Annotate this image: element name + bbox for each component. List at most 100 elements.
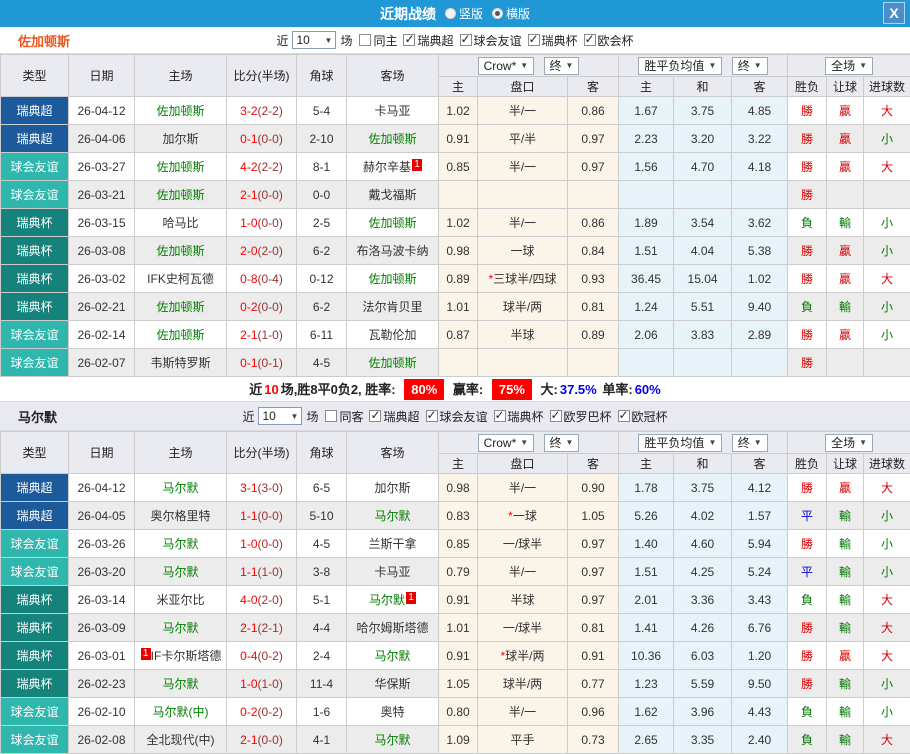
league-checkbox[interactable] — [426, 410, 438, 422]
league-filter[interactable]: 欧冠杯 — [618, 408, 668, 425]
match-row: 瑞典杯26-03-09马尔默2-1(2-1)4-4哈尔姆斯塔德1.01一/球半0… — [1, 614, 910, 642]
away-team-cell: 马尔默 — [347, 642, 439, 670]
chevron-down-icon: ▼ — [566, 58, 574, 74]
league-filter[interactable]: 瑞典超 — [369, 408, 419, 425]
result-cell: 勝 — [788, 265, 827, 293]
league-filter[interactable]: 瑞典杯 — [528, 32, 578, 49]
team-name: 马尔默 — [374, 509, 410, 523]
goals-result-cell: 大 — [864, 614, 910, 642]
home-odds-cell: 0.80 — [439, 698, 478, 726]
odds-source-dropdown[interactable]: Crow*▼ — [478, 434, 535, 452]
near-count-select[interactable]: 10 ▼ — [292, 31, 336, 49]
date-cell: 26-03-08 — [69, 237, 135, 265]
corner-cell: 5-10 — [297, 502, 347, 530]
layout-horizontal-option[interactable]: 横版 — [492, 5, 530, 22]
same-venue-filter[interactable]: 同主 — [359, 32, 397, 49]
away-odds-cell: 0.81 — [568, 614, 619, 642]
home-odds-cell: 1.09 — [439, 726, 478, 754]
same-venue-checkbox[interactable] — [325, 410, 337, 422]
team-section: 佐加顿斯 近 10 ▼ 场 同主 瑞典超球会友谊瑞典杯欧会杯 — [0, 27, 910, 402]
result-cell: 負 — [788, 726, 827, 754]
league-cell: 球会友谊 — [1, 698, 69, 726]
layout-vertical-option[interactable]: 竖版 — [445, 5, 483, 22]
handicap-result-cell: 贏 — [827, 474, 864, 502]
home-team-cell: 佐加顿斯 — [135, 321, 227, 349]
summary-prefix: 近 — [249, 382, 262, 397]
avg-draw-cell: 3.36 — [674, 586, 732, 614]
near-count-value: 10 — [262, 409, 275, 423]
fulltime-dropdown[interactable]: 全场▼ — [825, 434, 873, 452]
league-checkbox[interactable] — [494, 410, 506, 422]
near-count-select[interactable]: 10 ▼ — [258, 407, 302, 425]
away-team-cell: 加尔斯 — [347, 474, 439, 502]
league-filter[interactable]: 欧会杯 — [584, 32, 634, 49]
league-checkbox[interactable] — [550, 410, 562, 422]
avg-group-header: 胜平负均值▼ 终▼ — [619, 432, 788, 454]
league-checkbox[interactable] — [460, 34, 472, 46]
chevron-down-icon: ▼ — [859, 435, 867, 451]
away-team-cell: 瓦勒伦加 — [347, 321, 439, 349]
team-name: 卡马亚 — [374, 104, 410, 118]
handicap-result-cell: 贏 — [827, 642, 864, 670]
radio-vertical-icon[interactable] — [445, 8, 456, 19]
radio-horizontal-icon[interactable] — [492, 8, 503, 19]
league-checkbox[interactable] — [584, 34, 596, 46]
col-away: 客场 — [347, 432, 439, 474]
goals-result-cell: 小 — [864, 209, 910, 237]
league-cell: 瑞典杯 — [1, 642, 69, 670]
col-score: 比分(半场) — [227, 55, 297, 97]
handicap-cell: 一球 — [478, 237, 568, 265]
avg-draw-cell: 3.35 — [674, 726, 732, 754]
same-venue-checkbox[interactable] — [359, 34, 371, 46]
score-cell: 4-0(2-0) — [227, 586, 297, 614]
home-odds-cell: 0.83 — [439, 502, 478, 530]
result-cell: 勝 — [788, 125, 827, 153]
avg-time-dropdown[interactable]: 终▼ — [732, 434, 768, 452]
recent-results-panel: 近期战绩 竖版 横版 X 佐加顿斯 近 10 ▼ 场 同主 — [0, 0, 910, 754]
league-filter[interactable]: 球会友谊 — [460, 32, 522, 49]
avg-type-dropdown[interactable]: 胜平负均值▼ — [638, 434, 722, 452]
home-odds-cell: 1.01 — [439, 614, 478, 642]
league-filter[interactable]: 球会友谊 — [426, 408, 488, 425]
league-checkbox[interactable] — [528, 34, 540, 46]
home-team-cell: IFK史柯瓦德 — [135, 265, 227, 293]
date-cell: 26-04-05 — [69, 502, 135, 530]
fulltime-value: 全场 — [831, 435, 855, 451]
team-name: 哈尔姆斯塔德 — [356, 621, 428, 635]
league-filter[interactable]: 欧罗巴杯 — [550, 408, 612, 425]
odds-time-dropdown[interactable]: 终▼ — [544, 57, 580, 75]
same-venue-filter[interactable]: 同客 — [325, 408, 363, 425]
close-button[interactable]: X — [883, 2, 905, 24]
away-team-cell: 马尔默 — [347, 502, 439, 530]
handicap-result-cell: 贏 — [827, 321, 864, 349]
home-team-cell: 马尔默 — [135, 558, 227, 586]
corner-cell: 5-4 — [297, 97, 347, 125]
home-odds-cell: 0.98 — [439, 474, 478, 502]
team-name: 马尔默 — [369, 593, 405, 607]
handicap-result-cell: 輸 — [827, 726, 864, 754]
result-cell: 負 — [788, 698, 827, 726]
score-cell: 1-0(0-0) — [227, 530, 297, 558]
fulltime-dropdown[interactable]: 全场▼ — [825, 57, 873, 75]
corner-cell: 2-10 — [297, 125, 347, 153]
handicap-cell: *一球 — [478, 502, 568, 530]
odds-time-dropdown[interactable]: 终▼ — [544, 434, 580, 452]
odds-source-dropdown[interactable]: Crow*▼ — [478, 57, 535, 75]
league-filter-label: 瑞典超 — [383, 408, 419, 425]
league-checkbox[interactable] — [403, 34, 415, 46]
date-cell: 26-02-07 — [69, 349, 135, 377]
col-odds-away: 客 — [568, 77, 619, 97]
avg-away-cell — [732, 181, 788, 209]
home-team-cell: 加尔斯 — [135, 125, 227, 153]
avg-type-dropdown[interactable]: 胜平负均值▼ — [638, 57, 722, 75]
goals-result-cell: 大 — [864, 265, 910, 293]
league-filter[interactable]: 瑞典杯 — [494, 408, 544, 425]
score-cell: 0-8(0-4) — [227, 265, 297, 293]
league-filter[interactable]: 瑞典超 — [403, 32, 453, 49]
league-checkbox[interactable] — [618, 410, 630, 422]
result-cell: 勝 — [788, 97, 827, 125]
avg-time-dropdown[interactable]: 终▼ — [732, 57, 768, 75]
chevron-down-icon: ▼ — [566, 435, 574, 451]
result-cell: 勝 — [788, 237, 827, 265]
league-checkbox[interactable] — [369, 410, 381, 422]
